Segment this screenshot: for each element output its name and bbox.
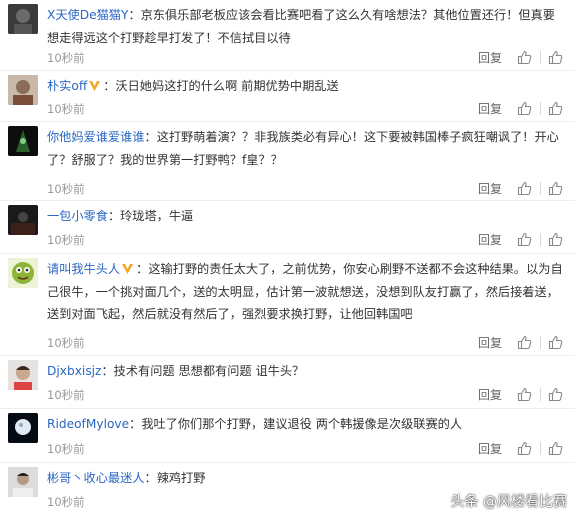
comment-content: 玲珑塔，牛逼 [120,209,194,223]
vip-badge-icon [121,262,134,275]
comment-text: 你他妈爱谁爱谁谁：这打野萌着演？？非我族类必有异心！这下要被韩国棒子疯狂嘲讽了！… [47,130,559,167]
comment-meta: 10秒前 回复 [47,100,563,118]
divider [540,336,541,349]
timestamp: 10秒前 [47,388,85,402]
timestamp: 10秒前 [47,442,85,456]
username[interactable]: 彬哥丶收心最迷人 [47,471,145,485]
reply-button[interactable]: 回复 [478,386,502,404]
divider [540,182,541,195]
divider [540,442,541,455]
reply-button[interactable]: 回复 [478,334,502,352]
timestamp: 10秒前 [47,182,85,196]
timestamp: 10秒前 [47,336,85,350]
avatar[interactable] [8,75,38,105]
like-icon[interactable] [517,181,532,196]
comment-text: Djxbxisjz：技术有问题 思想都有问题 诅牛头？ [47,364,305,378]
comment-meta: 10秒前 回复 [47,386,563,404]
comment-item: 朴实off ：沃日她妈这打的什么啊 前期优势中期乱送 10秒前 回复 [0,71,575,122]
username[interactable]: 你他妈爱谁爱谁谁 [47,130,145,144]
username[interactable]: RideofMylove [47,417,129,431]
more-icon[interactable] [548,441,563,456]
comment-meta: 10秒前 回复 [47,334,563,352]
comment-text: 朴实off ：沃日她妈这打的什么啊 前期优势中期乱送 [47,79,339,93]
like-icon[interactable] [517,335,532,350]
like-icon[interactable] [517,387,532,402]
avatar[interactable] [8,205,38,235]
reply-button[interactable]: 回复 [478,440,502,458]
comment-meta: 10秒前 回复 [47,231,563,249]
divider [540,102,541,115]
comment-meta: 10秒前 回复 [47,440,563,458]
comment-item: 你他妈爱谁爱谁谁：这打野萌着演？？非我族类必有异心！这下要被韩国棒子疯狂嘲讽了！… [0,122,575,201]
timestamp: 10秒前 [47,102,85,116]
more-icon[interactable] [548,335,563,350]
more-icon[interactable] [548,101,563,116]
avatar[interactable] [8,360,38,390]
divider [540,51,541,64]
comment-content: 辣鸡打野 [156,471,206,485]
comment-item: 请叫我牛头人 ：这输打野的责任太大了，之前优势，你安心刷野不送都不会这种结果。以为… [0,254,575,356]
comment-content: 我吐了你们那个打野，建议退役 两个韩援像是次级联赛的人 [141,417,463,431]
comment-list: X天使De猫猫Y：京东俱乐部老板应该会看比赛吧看了这么久有啥想法？其他位置还行！… [0,0,575,520]
avatar[interactable] [8,126,38,156]
comment-meta: 10秒前 回复 [47,180,563,198]
username[interactable]: 朴实off [47,79,87,93]
like-icon[interactable] [517,101,532,116]
comment-item: 一包小零食：玲珑塔，牛逼 10秒前 回复 [0,201,575,254]
comment-text: RideofMylove：我吐了你们那个打野，建议退役 两个韩援像是次级联赛的人 [47,417,463,431]
comment-text: 一包小零食：玲珑塔，牛逼 [47,209,194,223]
like-icon[interactable] [517,50,532,65]
avatar[interactable] [8,467,38,497]
like-icon[interactable] [517,441,532,456]
timestamp: 10秒前 [47,495,85,509]
username[interactable]: Djxbxisjz [47,364,101,378]
comment-item: RideofMylove：我吐了你们那个打野，建议退役 两个韩援像是次级联赛的人… [0,409,575,463]
username[interactable]: X天使De猫猫Y [47,8,128,22]
comment-meta: 10秒前 回复 [47,49,563,67]
vip-badge-icon [88,79,101,92]
comment-item: X天使De猫猫Y：京东俱乐部老板应该会看比赛吧看了这么久有啥想法？其他位置还行！… [0,0,575,71]
avatar[interactable] [8,4,38,34]
reply-button[interactable]: 回复 [478,100,502,118]
more-icon[interactable] [548,232,563,247]
more-icon[interactable] [548,387,563,402]
divider [540,388,541,401]
reply-button[interactable]: 回复 [478,180,502,198]
comment-text: 请叫我牛头人 ：这输打野的责任太大了，之前优势，你安心刷野不送都不会这种结果。以为… [47,262,563,321]
divider [540,233,541,246]
comment-item: Djxbxisjz：技术有问题 思想都有问题 诅牛头？ 10秒前 回复 [0,356,575,409]
timestamp: 10秒前 [47,233,85,247]
comment-content: 技术有问题 思想都有问题 诅牛头？ [113,364,305,378]
username[interactable]: 请叫我牛头人 [47,262,120,276]
more-icon[interactable] [548,50,563,65]
reply-button[interactable]: 回复 [478,49,502,67]
watermark: 头条 @风楼看比赛 [450,494,567,510]
reply-button[interactable]: 回复 [478,231,502,249]
comment-text: X天使De猫猫Y：京东俱乐部老板应该会看比赛吧看了这么久有啥想法？其他位置还行！… [47,8,555,45]
like-icon[interactable] [517,232,532,247]
comment-text: 彬哥丶收心最迷人：辣鸡打野 [47,471,206,485]
avatar[interactable] [8,413,38,443]
avatar[interactable] [8,258,38,288]
more-icon[interactable] [548,181,563,196]
timestamp: 10秒前 [47,51,85,65]
comment-content: 沃日她妈这打的什么啊 前期优势中期乱送 [115,79,339,93]
username[interactable]: 一包小零食 [47,209,108,223]
